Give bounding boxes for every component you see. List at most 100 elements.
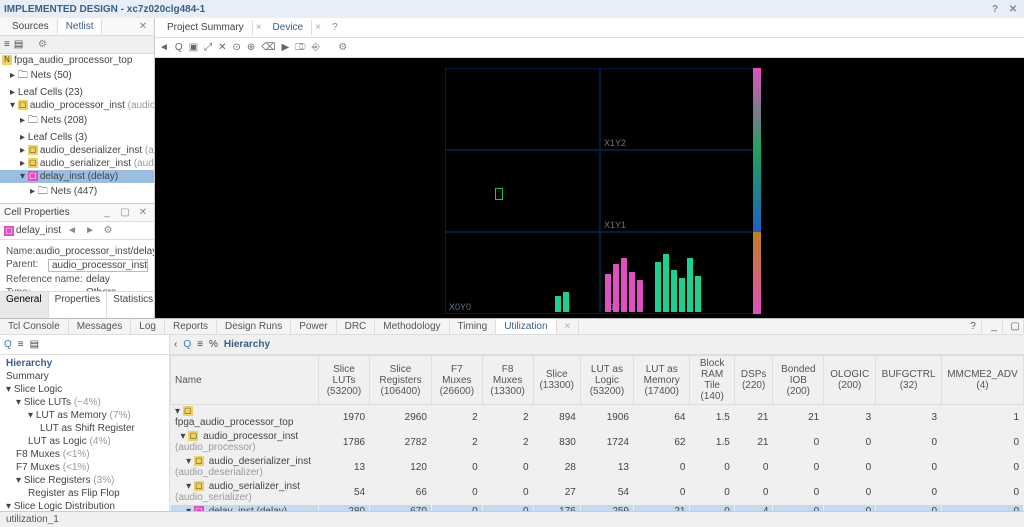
nav-sluts[interactable]: ▾ Slice LUTs (~4%) [4,396,165,409]
collapse-all-icon[interactable]: ≡ [18,339,24,350]
tree-root[interactable]: Nfpga_audio_processor_top [0,54,154,67]
tree-ap-leaf[interactable]: ▸ Leaf Cells (3) [0,131,154,144]
cp-tab-prop[interactable]: Properties [49,292,108,318]
tree-leaf[interactable]: ▸ Leaf Cells (23) [0,86,154,99]
gear-icon[interactable]: ? [328,21,342,35]
col-header[interactable]: F8 Muxes (13300) [482,356,533,405]
tb-t6[interactable]: ⎆ [312,42,320,53]
col-header[interactable]: Name [171,356,319,405]
col-header[interactable]: OLOGIC (200) [824,356,876,405]
tab-drc[interactable]: DRC [337,319,376,334]
expand-all-icon[interactable]: ▤ [30,339,39,350]
tb-nav[interactable]: ◄ [159,42,169,53]
tree-ap-nets[interactable]: ▸ 🗀 Nets (208) [0,112,154,131]
table-row[interactable]: ▾ ▢ audio_processor_inst (audio_processo… [171,430,1024,455]
expand-icon[interactable]: ▤ [14,39,23,50]
next-icon[interactable]: ► [83,224,97,238]
col-header[interactable]: Slice LUTs (53200) [318,356,369,405]
col-header[interactable]: Slice Registers (106400) [370,356,432,405]
col-header[interactable]: LUT as Logic (53200) [580,356,633,405]
nav-lutlog[interactable]: LUT as Logic (4%) [4,435,165,448]
tab-rep[interactable]: Reports [165,319,217,334]
search-icon[interactable]: Q [183,339,191,350]
col-header[interactable]: Bonded IOB (200) [773,356,824,405]
nav-lutmem[interactable]: ▾ LUT as Memory (7%) [4,409,165,422]
gear-icon[interactable]: ⚙ [35,38,49,52]
maximize-icon[interactable]: ▢ [118,206,132,220]
nav-sr[interactable]: LUT as Shift Register [4,422,165,435]
min-icon[interactable]: ? [965,319,982,333]
tb-t4[interactable]: ▶ [281,42,289,53]
hier-label: Hierarchy [224,339,270,350]
tab-pow[interactable]: Power [291,319,336,334]
gear-icon[interactable]: ⚙ [101,224,115,238]
nav-hier[interactable]: Hierarchy [4,357,165,370]
perc-icon[interactable]: % [209,339,218,350]
cell-name: delay_inst [16,225,61,236]
tree-nets[interactable]: ▸ 🗀 Nets (50) [0,67,154,86]
tab-log[interactable]: Log [131,319,165,334]
collapse-icon[interactable]: ‹ [174,339,177,350]
util-table: NameSlice LUTs (53200)Slice Registers (1… [170,355,1024,511]
val-parent[interactable]: audio_processor_inst [48,259,148,272]
col-header[interactable]: MMCME2_ADV (4) [942,356,1024,405]
tb-t5[interactable]: ⎄ [295,42,306,53]
nav-f8[interactable]: F8 Muxes (<1%) [4,448,165,461]
device-view[interactable]: X0Y0 X1Y0 X1Y1 X1Y2 [155,58,1024,318]
nav-sld[interactable]: ▾ Slice Logic Distribution [4,500,165,511]
tb-full[interactable]: ⤢ [204,42,212,53]
table-row[interactable]: ▾ ▢ audio_serializer_inst (audio_seriali… [171,480,1024,505]
tab-device[interactable]: Device [265,20,313,35]
close-icon[interactable]: ▢ [1007,319,1024,333]
tree-delay[interactable]: ▾ ▢delay_inst (delay) [0,170,154,183]
nav-sl[interactable]: ▾ Slice Logic [4,383,165,396]
max-icon[interactable]: _ [986,319,1003,333]
gear-icon[interactable]: ⚙ [336,41,350,55]
close-icon[interactable]: ✕ [1006,2,1020,16]
tree-adese[interactable]: ▸ ▢audio_deserializer_inst (audio_deseri… [0,144,154,157]
close-panel-icon[interactable]: ✕ [136,20,150,34]
tb-x[interactable]: ✕ [218,42,226,53]
minimize-icon[interactable]: _ [100,206,114,220]
nav-sum[interactable]: Summary [4,370,165,383]
tree-d-nets[interactable]: ▸ 🗀 Nets (447) [0,183,154,202]
tb-t1[interactable]: ⊙ [233,42,241,53]
tree-aser[interactable]: ▸ ▢audio_serializer_inst (audio_serializ… [0,157,154,170]
table-row[interactable]: ▾ ▢ fpga_audio_processor_top197029602289… [171,405,1024,430]
col-header[interactable]: LUT as Memory (17400) [634,356,690,405]
tab-meth[interactable]: Methodology [375,319,449,334]
cp-tab-gen[interactable]: General [0,292,49,318]
tb-zoom[interactable]: Q [175,42,183,53]
nav-f7[interactable]: F7 Muxes (<1%) [4,461,165,474]
tab-util[interactable]: Utilization [496,319,556,334]
bottom-tabs: Tcl Console Messages Log Reports Design … [0,319,1024,335]
cp-tab-stat[interactable]: Statistics [107,292,160,318]
tab-netlist[interactable]: Netlist [58,19,103,34]
help-icon[interactable]: ? [988,2,1002,16]
close-icon[interactable]: ✕ [136,206,150,220]
tab-tcl[interactable]: Tcl Console [0,319,69,334]
tab-dr[interactable]: Design Runs [217,319,291,334]
tab-proj-summary[interactable]: Project Summary [159,20,253,35]
tb-t2[interactable]: ⊕ [247,42,255,53]
page-title: IMPLEMENTED DESIGN - xc7z020clg484-1 [4,4,205,15]
col-header[interactable]: BUFGCTRL (32) [876,356,942,405]
tb-fit[interactable]: ▣ [189,42,198,53]
tab-tim[interactable]: Timing [450,319,497,334]
col-icon[interactable]: ≡ [197,339,203,350]
tb-t3[interactable]: ⌫ [261,42,275,53]
netlist-tree: Nfpga_audio_processor_top ▸ 🗀 Nets (50) … [0,54,154,203]
col-header[interactable]: DSPs (220) [734,356,773,405]
col-header[interactable]: Slice (13300) [533,356,580,405]
tree-ap[interactable]: ▾ ▢audio_processor_inst (audio_processor… [0,99,154,112]
table-row[interactable]: ▾ ▢ audio_deserializer_inst (audio_deser… [171,455,1024,480]
prev-icon[interactable]: ◄ [65,224,79,238]
tab-sources[interactable]: Sources [4,19,58,34]
col-header[interactable]: Block RAM Tile (140) [690,356,734,405]
tab-msg[interactable]: Messages [69,319,132,334]
search-icon[interactable]: Q [4,339,12,350]
nav-raff[interactable]: Register as Flip Flop [4,487,165,500]
col-header[interactable]: F7 Muxes (26600) [431,356,482,405]
collapse-icon[interactable]: ≡ [4,39,10,50]
nav-sreg[interactable]: ▾ Slice Registers (3%) [4,474,165,487]
